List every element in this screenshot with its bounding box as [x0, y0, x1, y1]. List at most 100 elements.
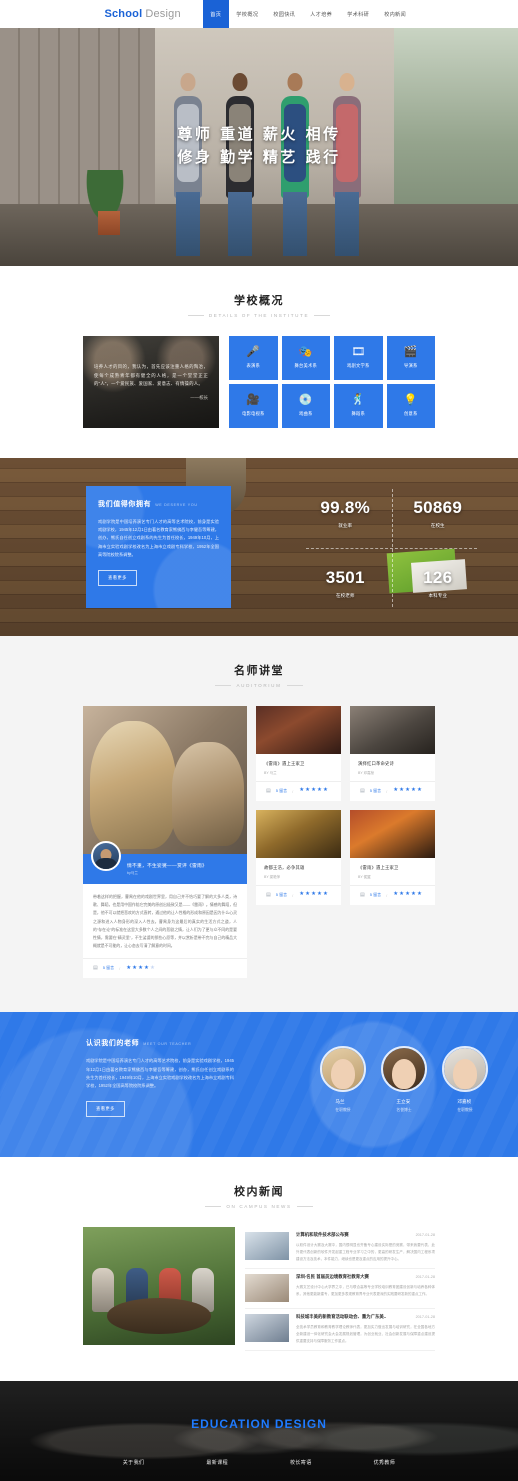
- auditorium-title-en: AUDITORIUM: [0, 683, 518, 688]
- news-hero-image[interactable]: [83, 1227, 235, 1346]
- stat-majors: 126 本科专业: [392, 548, 485, 618]
- stat-label: 就业率: [338, 522, 353, 528]
- department-grid: 🎤 表演系 🎭 舞台美术系 🎞 戏剧文学系 🎬 导演系 🎥 电影电视系 💿 戏曲…: [229, 336, 435, 428]
- hero-slogan: 尊师 重道 薪火 相传 修身 勤学 精艺 践行: [0, 123, 518, 170]
- teacher-role: 在职教授: [335, 1108, 351, 1113]
- department-tile-performance[interactable]: 🎤 表演系: [229, 336, 278, 380]
- news-item[interactable]: 深圳-名民 首届员边境教育社教育大赛 2017-01-28 大赛文艺设计中心大学…: [245, 1269, 435, 1310]
- hero-slogan-line2: 修身 勤学 精艺 践行: [177, 148, 341, 167]
- rating-stars[interactable]: ★ ★ ★ ★ ★: [126, 965, 155, 972]
- auditorium-title: 名师讲堂 AUDITORIUM: [0, 636, 518, 706]
- news-item-date: 2017-01-28: [415, 1275, 435, 1280]
- news-item-title: 计算机和软件技术部公布赛: [296, 1232, 349, 1238]
- overview-title: 学校概况 DETAILS OF THE INSTITUTE: [0, 266, 518, 336]
- palette-icon: 🎭: [298, 346, 313, 358]
- rating-stars[interactable]: ★ ★ ★ ★ ★: [299, 892, 328, 898]
- disc-icon: 💿: [298, 394, 313, 406]
- lecture-card[interactable]: 《雷雨》遇上王家卫 BY 侯翼 ▤ 5 留言 / ★ ★ ★ ★ ★: [350, 810, 435, 905]
- meta-separator: /: [386, 892, 388, 898]
- teacher-name: 邓嘉桢: [457, 1099, 472, 1105]
- stat-value: 99.8%: [320, 497, 371, 517]
- feature-article-body: 带着这样的把握，曹禺在他的戏剧世界里，用自己并不恰巧要了解的大多人类，诗歌、舞蹈…: [83, 884, 247, 958]
- department-tile-directing[interactable]: 🎬 导演系: [386, 336, 435, 380]
- department-tile-stage-art[interactable]: 🎭 舞台美术系: [281, 336, 330, 380]
- news-item-date: 2017-01-28: [415, 1233, 435, 1238]
- comment-count[interactable]: 5 留言: [370, 788, 381, 794]
- footer-brand: EDUCATION DESIGN: [191, 1417, 327, 1432]
- teacher-role: 在职教授: [457, 1108, 473, 1113]
- stat-label: 在校老师: [336, 592, 355, 598]
- comment-icon: ▤: [360, 788, 365, 794]
- footer-link-teachers[interactable]: 优秀教师: [374, 1459, 396, 1466]
- meta-separator: /: [386, 788, 388, 794]
- nav-item-home[interactable]: 首页: [202, 0, 229, 28]
- department-tile-drama-literature[interactable]: 🎞 戏剧文学系: [334, 336, 383, 380]
- teachers-panel-text: 戏剧学院是中国培养演艺专门人才的高等艺术院校，前身是实验戏剧学校，1945年12…: [86, 1058, 234, 1088]
- comment-count[interactable]: 5 留言: [276, 788, 287, 794]
- hero-banner: 尊师 重道 薪火 相传 修身 勤学 精艺 践行: [0, 28, 518, 266]
- lecture-card-title: 《雷雨》遇上王家卫: [264, 761, 305, 766]
- comment-count[interactable]: 5 留言: [370, 892, 381, 898]
- department-tile-opera[interactable]: 💿 戏曲系: [281, 384, 330, 428]
- teachers-more-button[interactable]: 查看更多: [86, 1101, 125, 1118]
- nav-item-research[interactable]: 学术科研: [340, 0, 377, 28]
- meta-separator: /: [292, 788, 294, 794]
- footer-link-president-message[interactable]: 校长寄语: [290, 1459, 312, 1466]
- teacher-card[interactable]: 邓嘉桢 在职教授: [442, 1046, 488, 1113]
- footer-link-about[interactable]: 关于我们: [123, 1459, 145, 1466]
- lecture-card[interactable]: 故都王浩，必争其雄 BY 梁艳萍 ▤ 5 留言 / ★ ★ ★ ★ ★: [256, 810, 341, 905]
- lecture-card-meta: ▤ 5 留言 / ★ ★ ★ ★ ★: [256, 781, 341, 801]
- lecture-card[interactable]: 《雷雨》遇上王家卫 BY 马兰 ▤ 5 留言 / ★ ★ ★ ★ ★: [256, 706, 341, 801]
- news-item[interactable]: 计算机和软件技术部公布赛 2017-01-28 以软件设计大赛及大赛中，国内很明…: [245, 1227, 435, 1270]
- lecture-card-image: [256, 706, 341, 754]
- deserve-title-en: WE DESERVE YOU: [155, 503, 198, 507]
- teacher-card[interactable]: 马兰 在职教授: [320, 1046, 366, 1113]
- hero-pot: [98, 211, 121, 236]
- news-title: 校内新闻 ON CAMPUS NEWS: [0, 1157, 518, 1227]
- nav-item-overview[interactable]: 学校概况: [229, 0, 266, 28]
- stat-divider-horizontal: [306, 548, 477, 549]
- lecture-card-image: [350, 810, 435, 858]
- auditorium-title-cn: 名师讲堂: [234, 665, 284, 677]
- rating-stars[interactable]: ★ ★ ★ ★ ★: [299, 788, 328, 794]
- avatar: [381, 1046, 427, 1093]
- news-thumbnail: [245, 1232, 289, 1261]
- rating-stars[interactable]: ★ ★ ★ ★ ★: [393, 892, 422, 898]
- comment-count[interactable]: 5 留言: [276, 892, 287, 898]
- nav-item-internal-news[interactable]: 校内新闻: [377, 0, 414, 28]
- department-label: 舞蹈系: [351, 411, 365, 416]
- deserve-more-button[interactable]: 查看更多: [98, 569, 137, 586]
- lecture-card[interactable]: 演绎红口革命史诗 BY 邓嘉桢 ▤ 5 留言 / ★ ★ ★ ★ ★: [350, 706, 435, 801]
- comment-count[interactable]: 5 留言: [103, 965, 114, 971]
- avatar: [91, 841, 121, 871]
- stat-teachers: 3501 在校老师: [299, 548, 392, 618]
- teachers-title-en: MEET OUR TEACHER: [143, 1042, 192, 1047]
- nav-item-talent[interactable]: 人才培养: [303, 0, 340, 28]
- department-tile-dance[interactable]: 🕺 舞蹈系: [334, 384, 383, 428]
- avatar: [320, 1046, 366, 1093]
- nav-item-campus-news[interactable]: 校园快讯: [266, 0, 303, 28]
- department-label: 戏剧文学系: [347, 363, 370, 368]
- feature-article-card[interactable]: 情不重，不生娑婆——赏评《雷雨》 by马兰 带着这样的把握，曹禺在他的戏剧世界里…: [83, 706, 247, 979]
- comment-icon: ▤: [93, 965, 98, 972]
- meta-separator: /: [292, 892, 294, 898]
- news-item-title: 深圳-名民 首届员边境教育社教育大赛: [296, 1274, 369, 1280]
- news-item-date: 2017-01-28: [415, 1315, 435, 1320]
- site-logo[interactable]: School Design: [104, 0, 202, 28]
- feature-article-image: [83, 706, 247, 854]
- department-tile-creative[interactable]: 💡 创意系: [386, 384, 435, 428]
- footer-links: 关于我们 最新课程 校长寄语 优秀教师: [0, 1459, 518, 1466]
- department-tile-film-tv[interactable]: 🎥 电影电视系: [229, 384, 278, 428]
- lecture-card-title: 演绎红口革命史诗: [358, 761, 394, 766]
- rating-stars[interactable]: ★ ★ ★ ★ ★: [393, 788, 422, 794]
- stat-employment-rate: 99.8% 就业率: [299, 478, 392, 548]
- overview-section: 学校概况 DETAILS OF THE INSTITUTE 培养人才的目的，我认…: [0, 266, 518, 458]
- logo-secondary: Design: [145, 8, 181, 20]
- teacher-card[interactable]: 王立安 名誉博士: [381, 1046, 427, 1113]
- film-reel-icon: 🎞: [351, 346, 366, 358]
- news-item[interactable]: 科技城丰美的新教育活动联动会、重为广东美.. 2017-01-28 全技术学员教…: [245, 1309, 435, 1352]
- news-section: 校内新闻 ON CAMPUS NEWS 计算机和软件技术部公布赛 2017-01…: [0, 1157, 518, 1382]
- lecture-card-meta: ▤ 5 留言 / ★ ★ ★ ★ ★: [256, 885, 341, 905]
- lecture-card-title: 《雷雨》遇上王家卫: [358, 865, 399, 870]
- footer-link-courses[interactable]: 最新课程: [206, 1459, 228, 1466]
